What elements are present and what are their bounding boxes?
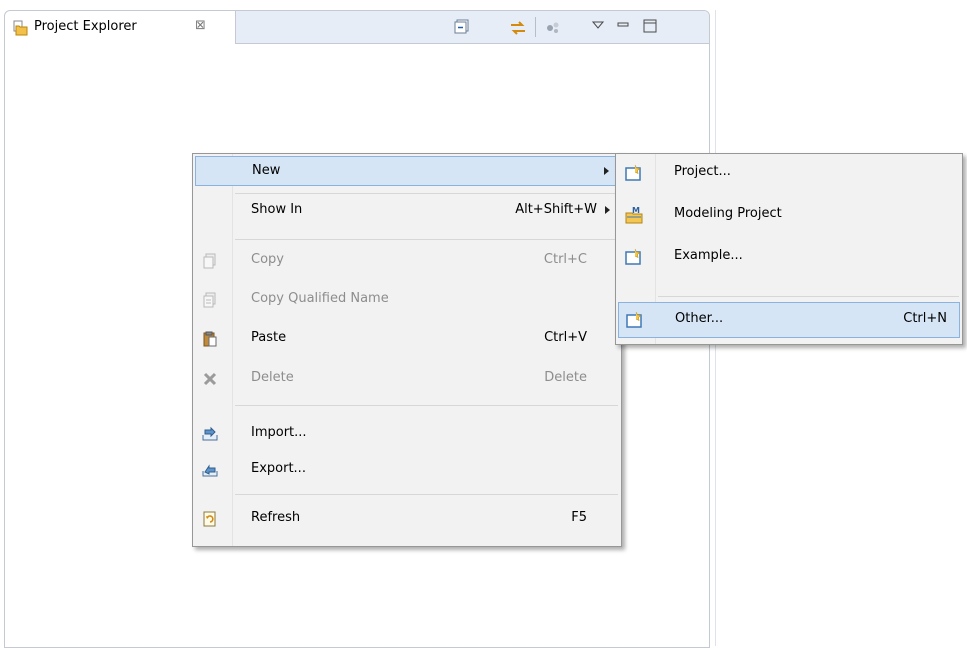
project-explorer-icon bbox=[13, 20, 29, 40]
menu-separator bbox=[658, 296, 959, 297]
menu-item-label: Other... bbox=[675, 311, 724, 326]
view-header: Project Explorer ⊠ bbox=[5, 11, 709, 44]
submenu-arrow-icon bbox=[605, 206, 610, 214]
filters-icon[interactable] bbox=[545, 19, 561, 39]
menu-item-accelerator: F5 bbox=[571, 510, 587, 525]
menu-item-export[interactable]: Export... bbox=[195, 455, 619, 485]
link-with-editor-icon[interactable] bbox=[509, 19, 527, 41]
menu-separator bbox=[235, 494, 618, 495]
menu-item-refresh[interactable]: Refresh F5 bbox=[195, 504, 619, 534]
menu-item-label: Example... bbox=[674, 248, 743, 263]
menu-item-copy[interactable]: Copy Ctrl+C bbox=[195, 246, 619, 276]
menu-item-label: Refresh bbox=[251, 510, 301, 525]
menu-item-new[interactable]: New bbox=[195, 156, 619, 186]
collapse-all-icon[interactable] bbox=[454, 19, 470, 39]
menu-item-paste[interactable]: Paste Ctrl+V bbox=[195, 324, 619, 354]
export-icon bbox=[202, 462, 218, 478]
paste-icon bbox=[202, 331, 218, 347]
menu-separator bbox=[235, 405, 618, 406]
toolbar-separator bbox=[535, 17, 536, 37]
context-menu: New Show In Alt+Shift+W Copy Ctrl+C Copy… bbox=[192, 153, 622, 547]
submenu-arrow-icon bbox=[604, 167, 609, 175]
new-other-icon bbox=[626, 311, 642, 328]
menu-item-accelerator: Ctrl+C bbox=[543, 252, 587, 267]
menu-item-label: Copy Qualified Name bbox=[251, 291, 389, 306]
delete-icon bbox=[202, 371, 218, 387]
menu-item-accelerator: Ctrl+V bbox=[544, 330, 587, 345]
refresh-icon bbox=[202, 511, 218, 527]
menu-item-label: Modeling Project bbox=[674, 206, 782, 221]
submenu-item-project[interactable]: Project... bbox=[618, 156, 960, 190]
menu-item-accelerator: Alt+Shift+W bbox=[515, 202, 597, 217]
menu-item-label: Project... bbox=[674, 164, 731, 179]
menu-item-label: New bbox=[252, 163, 281, 178]
menu-item-label: Delete bbox=[251, 370, 294, 385]
modeling-project-icon: M bbox=[625, 206, 643, 224]
import-icon bbox=[202, 426, 218, 442]
minimize-icon[interactable] bbox=[617, 19, 629, 35]
submenu-item-other[interactable]: Other... Ctrl+N bbox=[618, 302, 960, 338]
new-example-icon bbox=[625, 248, 641, 265]
maximize-icon[interactable] bbox=[643, 19, 657, 37]
menu-item-label: Import... bbox=[251, 425, 307, 440]
submenu-item-modeling-project[interactable]: M Modeling Project bbox=[618, 198, 960, 232]
svg-text:M: M bbox=[632, 206, 640, 215]
menu-item-delete[interactable]: Delete Delete bbox=[195, 364, 619, 394]
copy-qualified-name-icon bbox=[202, 292, 218, 308]
menu-item-label: Export... bbox=[251, 461, 306, 476]
submenu-item-example[interactable]: Example... bbox=[618, 240, 960, 274]
close-icon[interactable]: ⊠ bbox=[195, 18, 206, 33]
menu-item-import[interactable]: Import... bbox=[195, 419, 619, 449]
menu-item-accelerator: Ctrl+N bbox=[903, 311, 947, 326]
tab-project-explorer[interactable]: Project Explorer ⊠ bbox=[5, 11, 236, 44]
new-submenu: Project... M Modeling Project Example...… bbox=[615, 153, 963, 345]
menu-item-label: Paste bbox=[251, 330, 287, 345]
menu-item-label: Copy bbox=[251, 252, 284, 267]
menu-item-copy-qualified-name[interactable]: Copy Qualified Name bbox=[195, 285, 619, 315]
menu-item-show-in[interactable]: Show In Alt+Shift+W bbox=[195, 196, 619, 226]
view-menu-icon[interactable] bbox=[591, 19, 605, 35]
menu-separator bbox=[235, 193, 618, 194]
copy-icon bbox=[202, 253, 218, 269]
menu-separator bbox=[235, 239, 618, 240]
tab-label: Project Explorer bbox=[34, 19, 137, 34]
menu-item-label: Show In bbox=[251, 202, 303, 217]
menu-item-accelerator: Delete bbox=[544, 370, 587, 385]
new-project-icon bbox=[625, 164, 641, 181]
